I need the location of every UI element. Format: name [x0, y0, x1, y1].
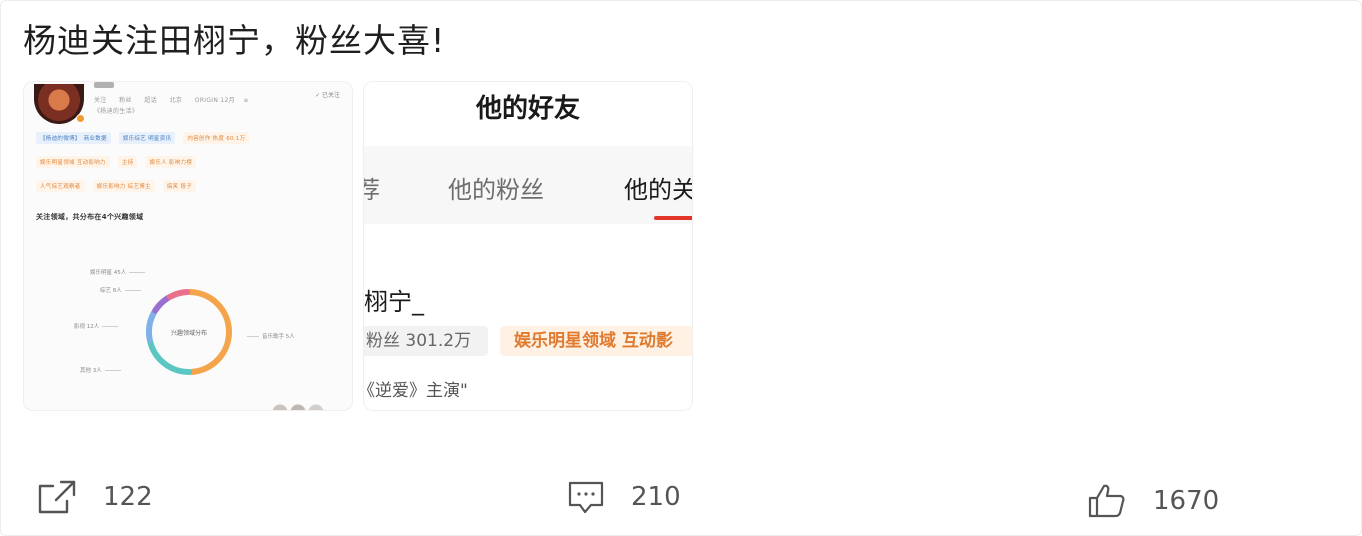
image-thumbnail-profile[interactable]: 关注 粉丝 超话 北京 ORIGIN 12月 ≥ 《杨迪的生活》 ✓ 已关注 【… — [23, 81, 353, 411]
donut-center-label: 兴趣领域分布 — [170, 330, 207, 337]
tag-row: 人气综艺观察者 娱乐影响力 综艺博主 搞笑 段子 — [36, 180, 197, 192]
image-thumbnail-friends[interactable]: 他的好友 荐 他的粉丝 他的关 栩宁_ 粉丝 301.2万 娱乐明星领域 互动影… — [363, 81, 693, 411]
tag: 娱乐综艺 明星资讯 — [118, 132, 176, 144]
tag: 【杨迪的微博】 商业数据 — [36, 132, 111, 144]
tag-row: 娱乐明星领域 互动影响力 主持 娱乐人 影响力榜 — [36, 156, 197, 168]
tab-recommend: 荐 — [364, 170, 380, 205]
tag: 搞笑 段子 — [162, 180, 197, 192]
donut-segment-teal — [147, 338, 192, 375]
weibo-post-card: 杨迪关注田栩宁，粉丝大喜! 关注 粉丝 超话 北京 ORIGIN 12月 ≥ 《… — [0, 0, 1362, 536]
fans-count-badge: 粉丝 301.2万 — [364, 326, 488, 356]
tag: 内容创作 热度 60.1万 — [183, 132, 250, 144]
donut-label: 娱乐明星 45人 — [90, 270, 146, 276]
like-button[interactable]: 1670 — [1087, 483, 1219, 519]
friend-name: 栩宁_ — [364, 288, 424, 316]
share-button[interactable]: 122 — [37, 479, 153, 515]
page-title: 他的好友 — [475, 94, 580, 124]
comment-icon — [568, 481, 604, 514]
post-text: 杨迪关注田栩宁，粉丝大喜! — [23, 21, 446, 60]
thumbs-up-icon — [1088, 484, 1125, 518]
comment-button[interactable]: 210 — [567, 479, 681, 515]
verified-badge-icon — [76, 114, 85, 123]
tag: 娱乐影响力 综艺博主 — [92, 180, 155, 192]
tag: 主持 — [117, 156, 138, 168]
share-icon — [38, 480, 76, 514]
share-count: 122 — [103, 482, 153, 512]
tag: 人气综艺观察者 — [36, 180, 85, 192]
donut-label: 影视 12人 — [74, 324, 119, 330]
section-title: 关注领域，共分布在4个兴趣领域 — [36, 213, 144, 221]
tag-row: 【杨迪的微博】 商业数据 娱乐综艺 明星资讯 内容创作 热度 60.1万 — [36, 132, 250, 144]
tag: 娱乐明星领域 互动影响力 — [36, 156, 110, 168]
active-tab-indicator — [654, 216, 692, 220]
avatar-stack — [272, 404, 328, 410]
tab-fans: 他的粉丝 — [448, 176, 544, 204]
tag: 娱乐人 影响力榜 — [145, 156, 197, 168]
follow-status: ✓ 已关注 — [315, 92, 340, 99]
tab-following: 他的关 — [624, 176, 693, 204]
profile-meta: 关注 粉丝 超话 北京 ORIGIN 12月 ≥ — [94, 97, 249, 104]
like-count: 1670 — [1153, 486, 1220, 516]
donut-label: 音乐歌手 5人 — [247, 334, 295, 340]
comment-count: 210 — [631, 482, 681, 512]
donut-label: 综艺 8人 — [100, 288, 141, 294]
donut-segment-purple — [152, 294, 172, 314]
profile-name-blur — [94, 82, 114, 88]
image-grid: 关注 粉丝 超话 北京 ORIGIN 12月 ≥ 《杨迪的生活》 ✓ 已关注 【… — [23, 81, 693, 411]
donut-label: 其他 3人 — [80, 368, 121, 374]
profile-meta-2: 《杨迪的生活》 — [94, 108, 139, 115]
friend-description: 《逆爱》主演" — [363, 381, 468, 401]
donut-segment-pink — [166, 289, 191, 300]
domain-tag: 娱乐明星领域 互动影 — [500, 326, 692, 356]
